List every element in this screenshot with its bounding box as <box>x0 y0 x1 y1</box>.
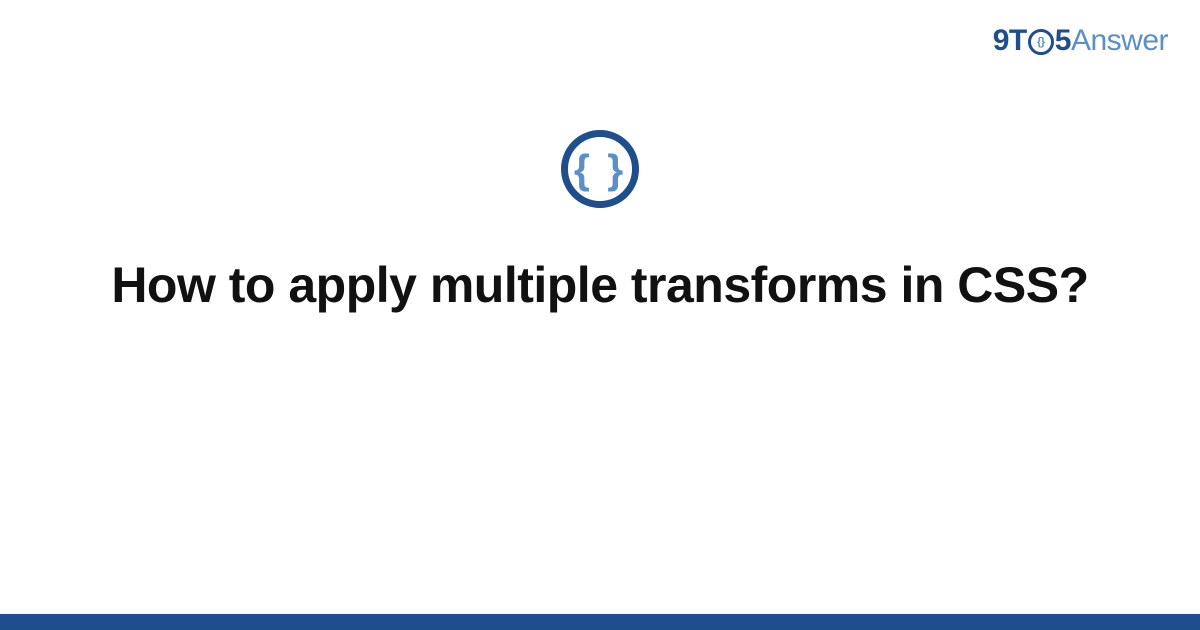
footer-accent-bar <box>0 614 1200 630</box>
braces-glyph: { } <box>574 149 626 190</box>
logo-text-9t: 9T <box>993 24 1027 58</box>
site-logo[interactable]: 9T {} 5 Answer <box>993 24 1168 58</box>
logo-text-answer: Answer <box>1071 24 1168 58</box>
page-title: How to apply multiple transforms in CSS? <box>111 254 1088 317</box>
logo-o-icon: {} <box>1028 29 1054 55</box>
main-content: { } How to apply multiple transforms in … <box>0 130 1200 317</box>
code-braces-icon: { } <box>561 130 639 208</box>
logo-o-inner-braces: {} <box>1037 37 1045 48</box>
logo-text-5: 5 <box>1055 24 1071 58</box>
